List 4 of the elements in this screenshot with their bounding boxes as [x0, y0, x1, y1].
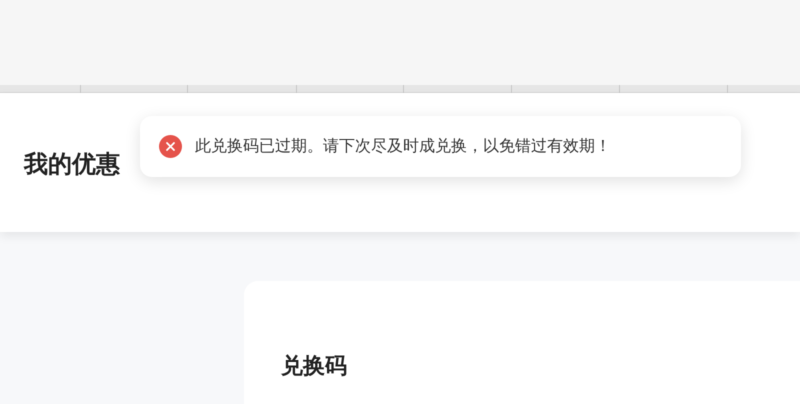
toast-message: 此兑换码已过期。请下次尽及时成兑换，以免错过有效期！: [195, 136, 611, 156]
page-title: 我的优惠: [24, 150, 120, 180]
close-icon: [159, 135, 182, 158]
card-title: 兑换码: [281, 352, 348, 380]
